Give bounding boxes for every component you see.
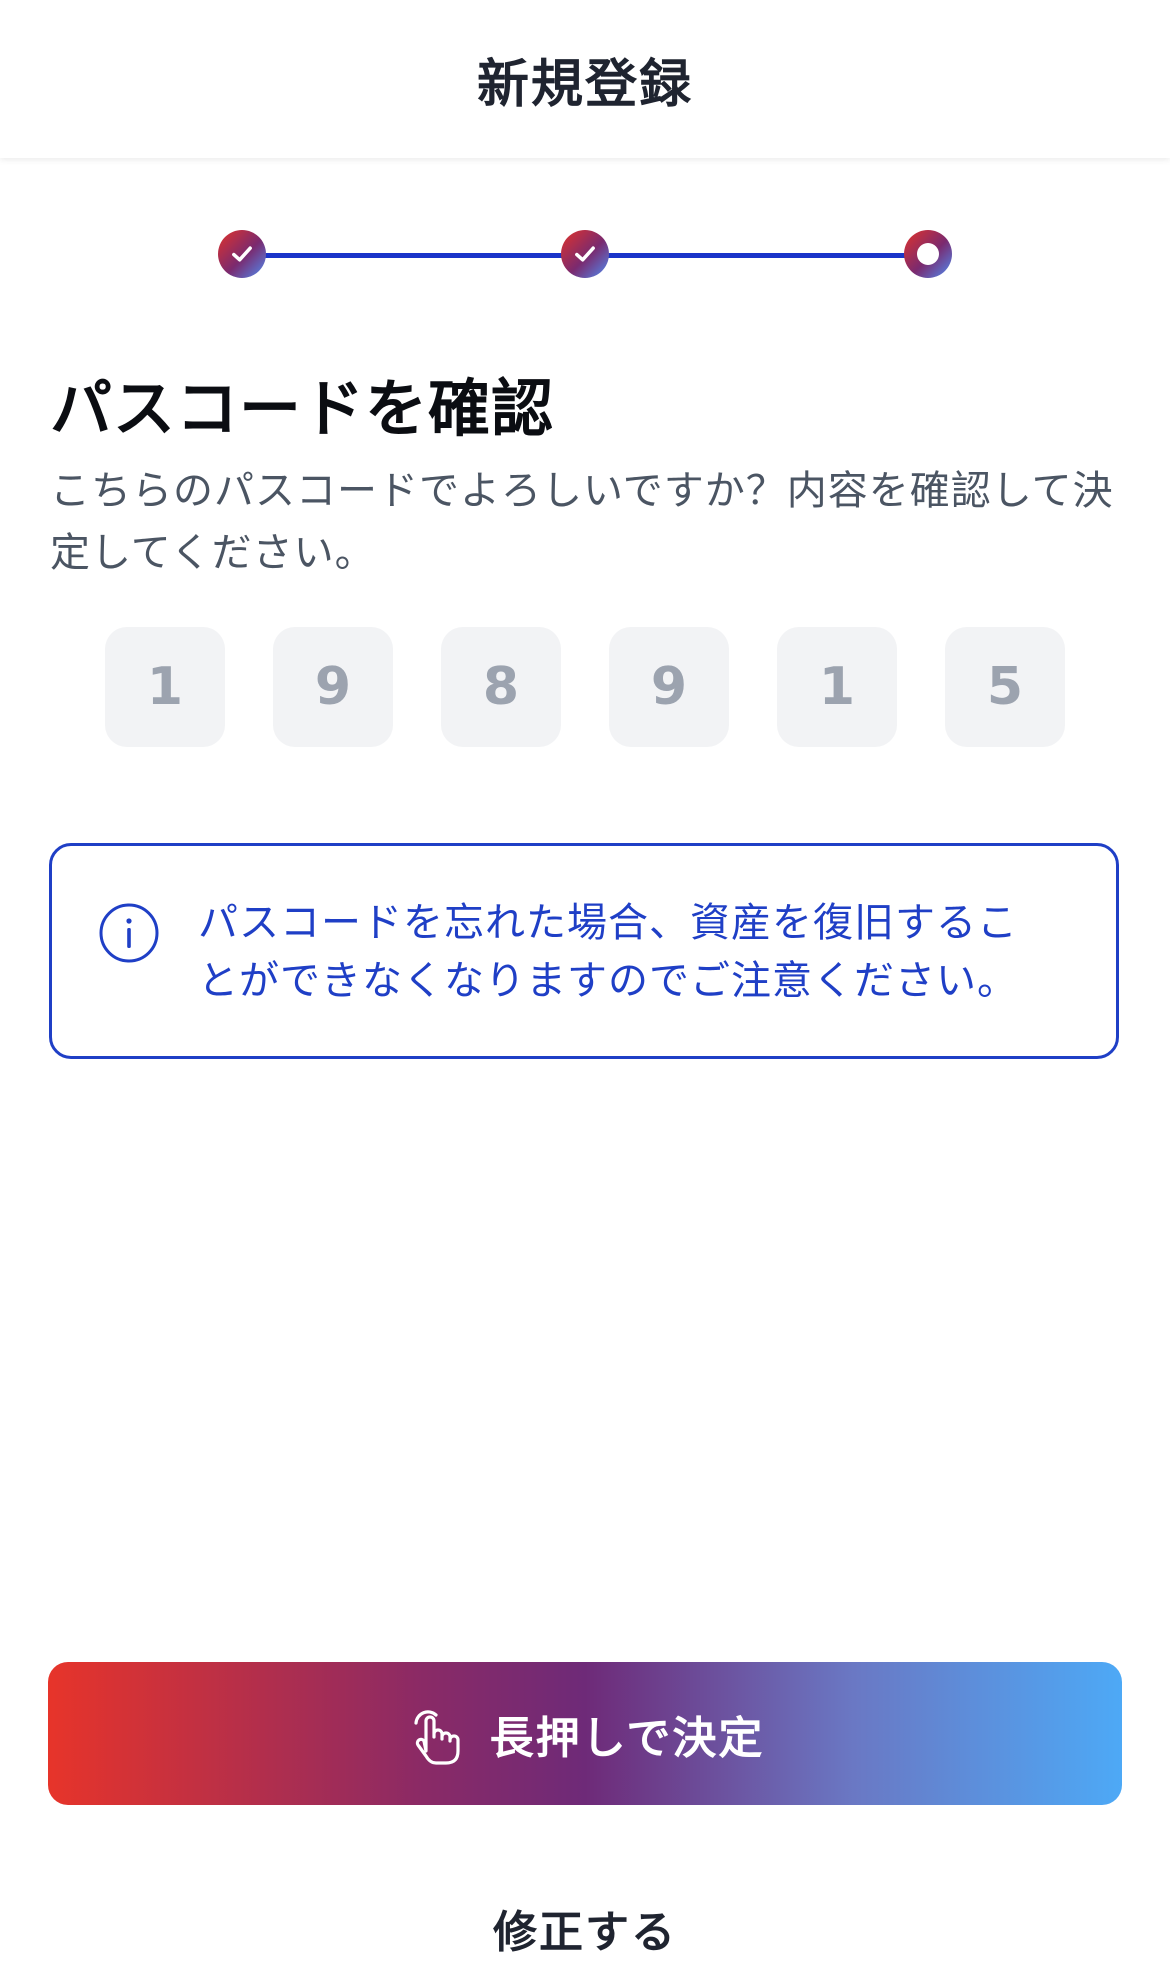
passcode-digit: 9 [273, 627, 393, 747]
passcode-digit: 9 [609, 627, 729, 747]
progress-stepper [0, 228, 1170, 282]
passcode-display: 1 9 8 9 1 5 [105, 627, 1065, 747]
warning-notice: パスコードを忘れた場合、資産を復旧することができなくなりますのでご注意ください。 [49, 843, 1119, 1059]
check-icon [232, 246, 252, 262]
info-icon [99, 903, 159, 963]
passcode-digit: 1 [105, 627, 225, 747]
app-header: 新規登録 [0, 0, 1170, 158]
passcode-digit: 1 [777, 627, 897, 747]
passcode-digit: 8 [441, 627, 561, 747]
stepper-line-1 [244, 253, 584, 258]
page-title: 新規登録 [476, 54, 693, 115]
step-3-current [904, 230, 952, 278]
current-step-indicator [917, 243, 939, 265]
primary-button-label: 長押しで決定 [489, 1713, 765, 1763]
passcode-digit: 5 [945, 627, 1065, 747]
stepper-line-2 [586, 253, 926, 258]
step-2-completed [561, 230, 609, 278]
section-title: パスコードを確認 [50, 372, 555, 445]
edit-passcode-button[interactable]: 修正する [385, 1888, 785, 1968]
notice-text: パスコードを忘れた場合、資産を復旧することができなくなりますのでご注意ください。 [198, 900, 1018, 1004]
step-1-completed [218, 230, 266, 278]
check-icon [575, 246, 595, 262]
tap-hand-icon [414, 1709, 460, 1765]
long-press-confirm-button[interactable]: 長押しで決定 [48, 1662, 1122, 1805]
section-description: こちらのパスコードでよろしいですか？内容を確認して決定してください。 [50, 468, 1114, 576]
